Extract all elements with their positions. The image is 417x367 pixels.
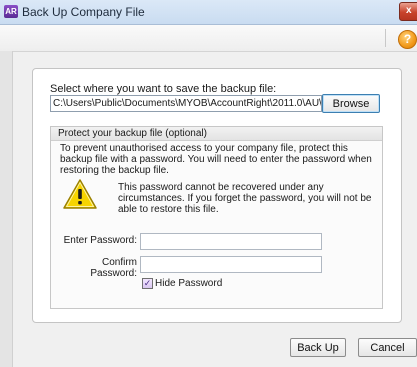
protect-group-title: Protect your backup file (optional) [58,128,207,139]
title-bar: AR Back Up Company File x [0,0,417,25]
enter-password-label: Enter Password: [63,235,137,246]
checkmark-icon: ✓ [143,278,152,288]
protect-description: To prevent unauthorised access to your c… [60,143,372,176]
password-warning-text: This password cannot be recovered under … [118,182,372,215]
backup-path-field[interactable]: C:\Users\Public\Documents\MYOB\AccountRi… [50,95,322,112]
browse-button[interactable]: Browse [322,94,380,113]
warning-triangle-icon [63,179,97,209]
save-location-label: Select where you want to save the backup… [50,83,277,95]
toolbar-divider [385,29,386,47]
enter-password-input[interactable] [140,233,322,250]
backup-dialog: AR Back Up Company File x ? Select where… [0,0,417,367]
close-button[interactable]: x [399,2,417,21]
hide-password-label[interactable]: Hide Password [155,278,222,289]
toolbar: ? [0,25,417,52]
protect-group-header: Protect your backup file (optional) [51,127,382,141]
hide-password-checkbox[interactable]: ✓ [142,278,153,289]
help-icon[interactable]: ? [398,30,417,49]
confirm-password-input[interactable] [140,256,322,273]
window-title: Back Up Company File [22,5,145,19]
left-edge-strip [0,51,13,367]
confirm-password-label: Confirm Password: [90,257,137,279]
close-icon: x [406,5,412,16]
cancel-button[interactable]: Cancel [358,338,417,357]
app-icon: AR [4,5,18,18]
back-up-button[interactable]: Back Up [290,338,346,357]
